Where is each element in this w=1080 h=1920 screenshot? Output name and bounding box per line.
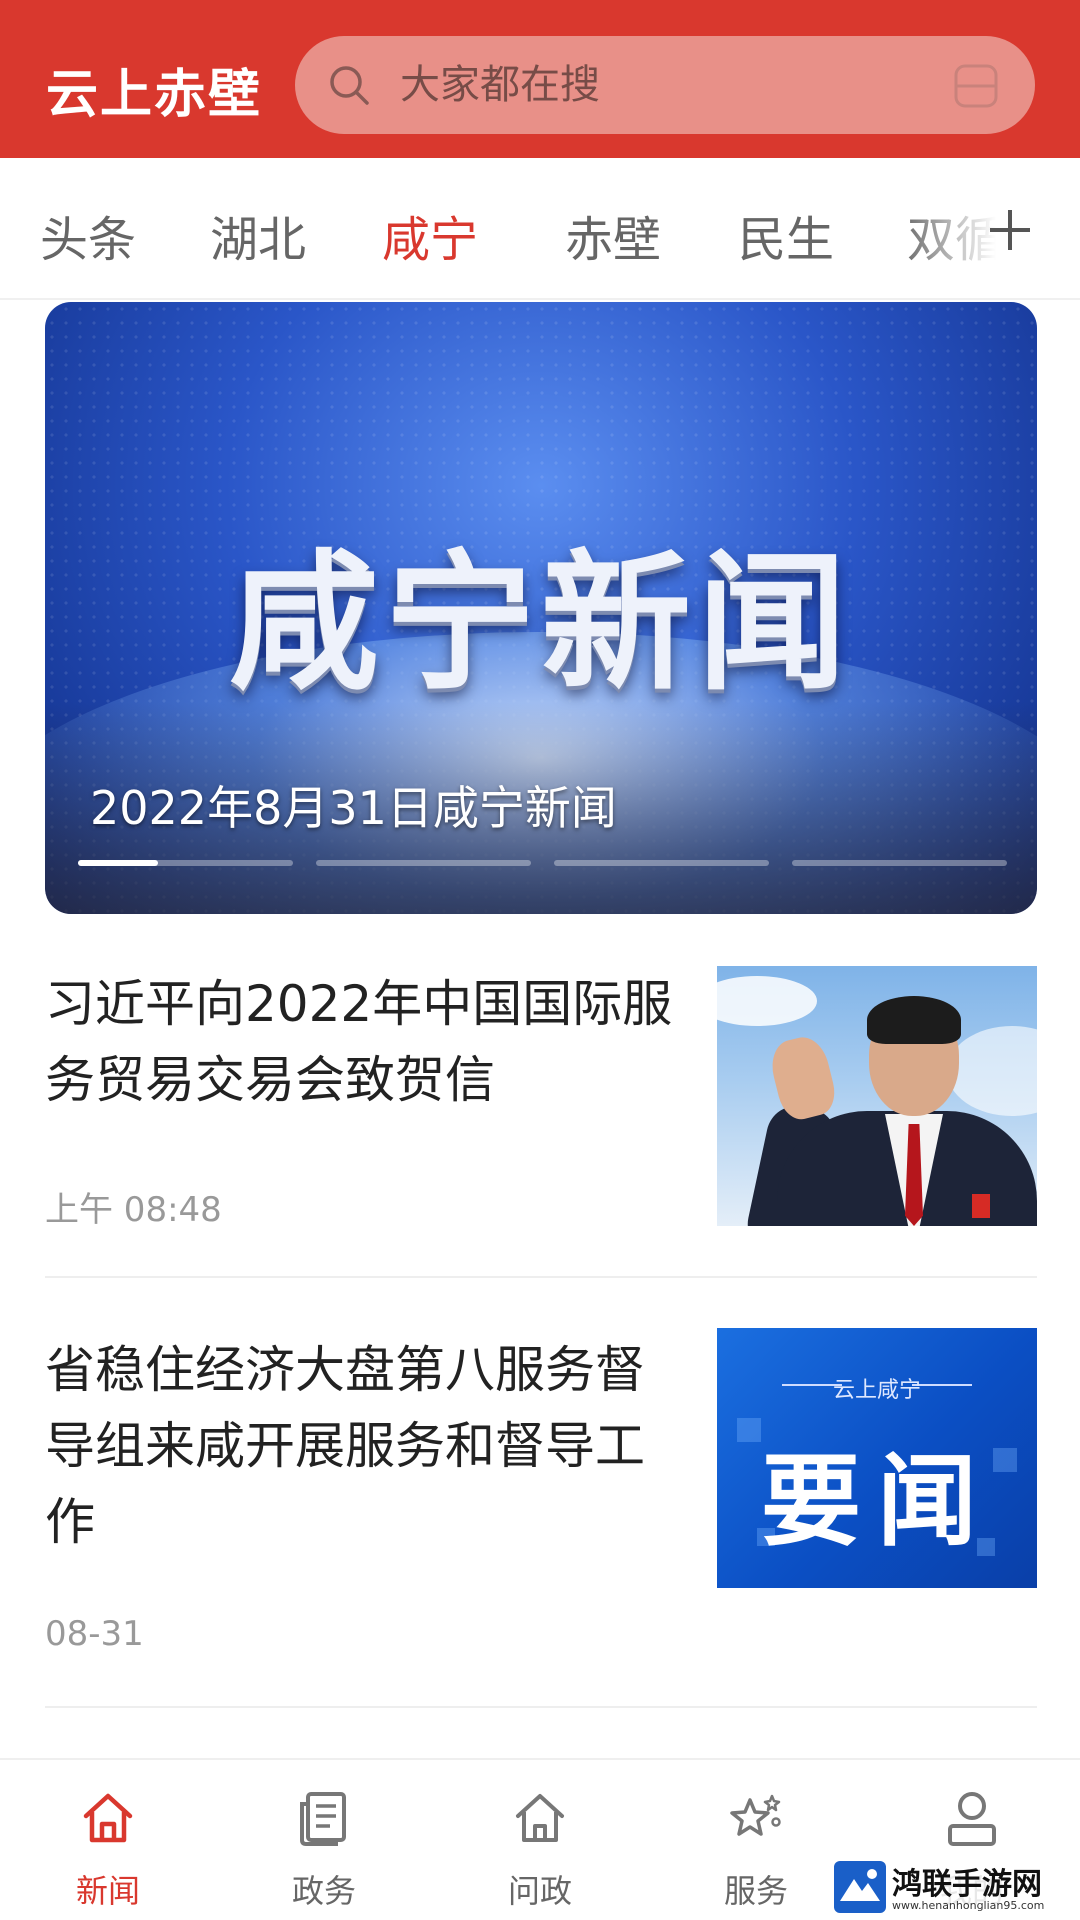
news-item-2[interactable]: 省稳住经济大盘第八服务督导组来咸开展服务和督导工作 08-31 云上咸宁 要闻 <box>45 1328 1037 1688</box>
news-title[interactable]: 省稳住经济大盘第八服务督导组来咸开展服务和督导工作 <box>45 1332 685 1560</box>
tab-minsheng[interactable]: 民生 <box>738 200 834 270</box>
category-tabs: 头条 湖北 咸宁 赤壁 民生 双循 <box>0 158 1080 300</box>
watermark-name: 鸿联手游网 <box>892 1867 1042 1902</box>
news-time: 08-31 <box>45 1614 144 1654</box>
cloud-shape <box>717 976 817 1026</box>
person-hair <box>867 996 961 1044</box>
banner-carousel[interactable]: 咸宁新闻 2022年8月31日咸宁新闻 <box>45 302 1037 914</box>
person-hand <box>766 1032 840 1124</box>
user-icon <box>948 1792 996 1846</box>
carousel-dot-1 <box>78 860 293 866</box>
search-input[interactable] <box>400 36 920 134</box>
carousel-dot-3 <box>554 860 769 866</box>
thumbnail-tag: 云上咸宁 <box>832 1378 921 1403</box>
home-icon <box>83 1793 133 1843</box>
thumbnail-headline: 要闻 <box>761 1443 993 1560</box>
nav-government[interactable]: 政务 <box>216 1760 432 1920</box>
star-service-icon <box>730 1794 781 1836</box>
house-question-icon <box>516 1794 564 1842</box>
watermark-url: www.henanhonglian95.com <box>892 1899 1045 1912</box>
search-icon <box>330 66 369 105</box>
add-channel-icon[interactable] <box>985 205 1035 255</box>
divider <box>45 1706 1037 1708</box>
app-header: 云上赤壁 <box>0 0 1080 158</box>
site-watermark: 鸿联手游网 www.henanhonglian95.com <box>830 1855 1080 1920</box>
news-thumbnail[interactable] <box>717 966 1037 1226</box>
nav-inquiry[interactable]: 问政 <box>432 1760 648 1920</box>
watermark-logo <box>834 1861 886 1913</box>
carousel-dot-progress <box>78 860 158 866</box>
tab-toutiao[interactable]: 头条 <box>40 200 136 270</box>
cloud-shape <box>947 1026 1037 1116</box>
news-title[interactable]: 习近平向2022年中国国际服务贸易交易会致贺信 <box>45 966 685 1118</box>
nav-label: 新闻 <box>75 1872 140 1910</box>
divider <box>45 1276 1037 1278</box>
carousel-dot-2 <box>316 860 531 866</box>
news-thumbnail[interactable]: 云上咸宁 要闻 <box>717 1328 1037 1588</box>
scan-icon[interactable] <box>952 62 1000 110</box>
app-title: 云上赤壁 <box>46 65 263 125</box>
document-icon <box>300 1792 346 1846</box>
search-bar[interactable] <box>295 36 1035 134</box>
banner-logo: 咸宁新闻 <box>228 537 853 711</box>
carousel-dot-4 <box>792 860 1007 866</box>
badge-pin <box>972 1194 990 1218</box>
banner-caption: 2022年8月31日咸宁新闻 <box>90 781 617 835</box>
tab-xianning[interactable]: 咸宁 <box>382 200 478 270</box>
nav-label: 政务 <box>291 1872 356 1910</box>
tab-hubei[interactable]: 湖北 <box>210 200 306 270</box>
nav-label: 问政 <box>507 1872 572 1910</box>
carousel-indicator <box>78 860 1008 866</box>
news-time: 上午 08:48 <box>45 1190 222 1230</box>
nav-news[interactable]: 新闻 <box>0 1760 216 1920</box>
tab-chibi[interactable]: 赤壁 <box>565 200 661 270</box>
news-item-1[interactable]: 习近平向2022年中国国际服务贸易交易会致贺信 上午 08:48 <box>45 960 1037 1280</box>
